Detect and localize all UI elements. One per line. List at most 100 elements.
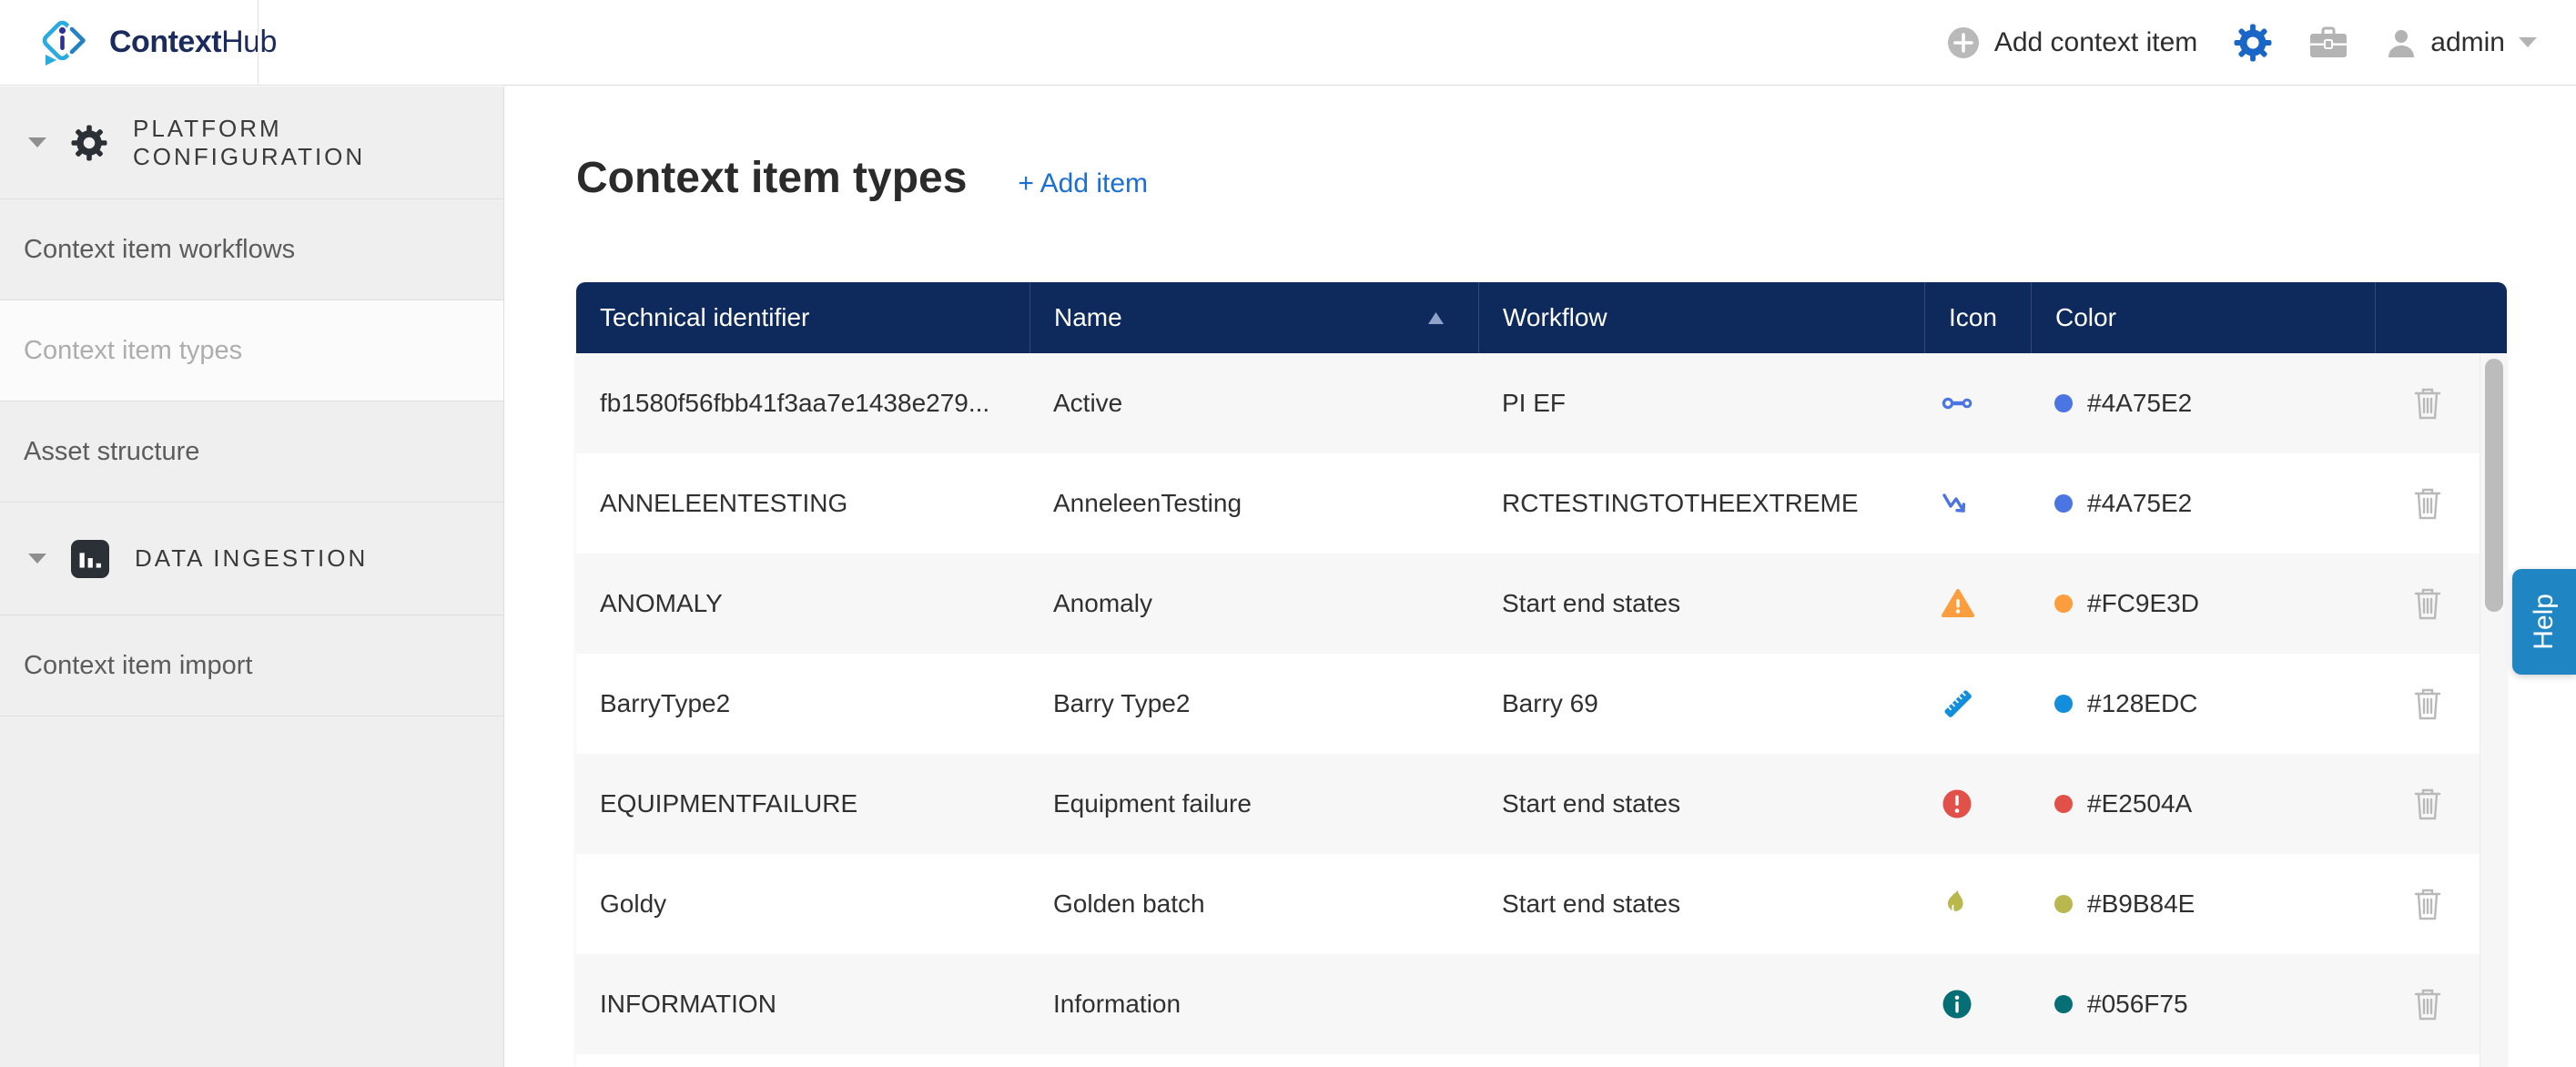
warning-triangle-icon — [1924, 587, 2031, 620]
cell-workflow: RCTESTINGTOTHEEXTREME — [1478, 489, 1924, 518]
scrollbar-thumb[interactable] — [2485, 359, 2503, 612]
bar-chart-icon — [71, 540, 109, 578]
color-hex: #4A75E2 — [2087, 489, 2192, 518]
context-item-types-table: Technical identifier Name Workflow Icon … — [576, 282, 2507, 1067]
cell-technical-identifier: ANOMALY — [576, 589, 1029, 618]
table-body: fb1580f56fbb41f3aa7e1438e279... Active P… — [576, 353, 2507, 1067]
cell-technical-identifier: BarryType2 — [576, 689, 1029, 718]
table-header: Technical identifier Name Workflow Icon … — [576, 282, 2507, 353]
delete-button[interactable] — [2412, 586, 2443, 621]
sidebar-item-context-item-types[interactable]: Context item types — [0, 300, 503, 401]
cell-technical-identifier: fb1580f56fbb41f3aa7e1438e279... — [576, 389, 1029, 418]
color-dot — [2054, 695, 2073, 713]
chevron-down-icon — [27, 553, 47, 565]
sidebar-item-context-item-workflows[interactable]: Context item workflows — [0, 199, 503, 300]
delete-button[interactable] — [2412, 787, 2443, 821]
cell-color: #B9B84E — [2031, 889, 2375, 919]
cell-color: #E2504A — [2031, 789, 2375, 818]
cell-workflow: Start end states — [1478, 889, 1924, 919]
cell-workflow: Barry 69 — [1478, 689, 1924, 718]
gear-icon — [71, 125, 107, 161]
color-dot — [2054, 494, 2073, 513]
delete-button[interactable] — [2412, 887, 2443, 921]
column-header-technical-identifier[interactable]: Technical identifier — [576, 282, 1029, 353]
cell-technical-identifier: Goldy — [576, 889, 1029, 919]
help-tab[interactable]: Help — [2512, 569, 2576, 675]
cell-name: Anomaly — [1029, 589, 1478, 618]
cell-color: #4A75E2 — [2031, 389, 2375, 418]
delete-button[interactable] — [2412, 486, 2443, 521]
sidebar-section-data-ingestion[interactable]: DATA INGESTION — [0, 503, 503, 615]
cell-color: #056F75 — [2031, 990, 2375, 1019]
table-row: ANOMALY Anomaly Start end states #FC9E3D — [576, 554, 2507, 654]
column-header-name[interactable]: Name — [1029, 282, 1478, 353]
color-hex: #056F75 — [2087, 990, 2188, 1019]
column-header-color[interactable]: Color — [2031, 282, 2375, 353]
user-name: admin — [2430, 27, 2505, 58]
cell-name: Barry Type2 — [1029, 689, 1478, 718]
table-row: Goldy Golden batch Start end states #B9B… — [576, 854, 2507, 954]
color-dot — [2054, 995, 2073, 1013]
column-header-icon[interactable]: Icon — [1924, 282, 2031, 353]
user-menu[interactable]: admin — [2385, 26, 2538, 59]
delete-button[interactable] — [2412, 386, 2443, 421]
color-hex: #4A75E2 — [2087, 389, 2192, 418]
cell-workflow: PI EF — [1478, 389, 1924, 418]
briefcase-icon — [2308, 25, 2348, 60]
toolbox-button[interactable] — [2308, 25, 2348, 60]
brand-logo[interactable]: ContextHub — [0, 0, 277, 85]
ruler-icon — [1924, 686, 2031, 721]
main-content: Context item types + Add item Technical … — [505, 86, 2576, 1067]
sidebar-item-asset-structure[interactable]: Asset structure — [0, 401, 503, 503]
cell-name: Golden batch — [1029, 889, 1478, 919]
delete-button[interactable] — [2412, 987, 2443, 1021]
delete-button[interactable] — [2412, 686, 2443, 721]
cell-technical-identifier: ANNELEENTESTING — [576, 489, 1029, 518]
cell-workflow: Start end states — [1478, 789, 1924, 818]
topbar-divider — [258, 0, 259, 86]
sidebar-item-context-item-import[interactable]: Context item import — [0, 615, 503, 716]
table-row: fb1580f56fbb41f3aa7e1438e279... Active P… — [576, 353, 2507, 453]
user-avatar-icon — [2385, 26, 2418, 59]
add-context-item-button[interactable]: Add context item — [1947, 26, 2197, 59]
cell-name: Information — [1029, 990, 1478, 1019]
column-header-actions — [2375, 282, 2507, 353]
table-row: INFORMATION Information #056F75 — [576, 954, 2507, 1054]
topbar: ContextHub Add context item — [0, 0, 2576, 86]
cell-color: #4A75E2 — [2031, 489, 2375, 518]
add-item-link[interactable]: + Add item — [1018, 168, 1148, 199]
column-header-workflow[interactable]: Workflow — [1478, 282, 1924, 353]
info-circle-icon — [1924, 988, 2031, 1021]
page-title: Context item types — [576, 153, 967, 203]
table-row: ANNELEENTESTING AnneleenTesting RCTESTIN… — [576, 453, 2507, 554]
cell-technical-identifier: INFORMATION — [576, 990, 1029, 1019]
color-dot — [2054, 394, 2073, 412]
table-row: BarryType2 Barry Type2 Barry 69 #128EDC — [576, 654, 2507, 754]
table-row: EQUIPMENTFAILURE Equipment failure Start… — [576, 754, 2507, 854]
color-hex: #128EDC — [2087, 689, 2197, 718]
page-head: Context item types + Add item — [576, 153, 2576, 203]
cell-workflow: Start end states — [1478, 589, 1924, 618]
contexthub-logo-icon — [35, 17, 91, 68]
cell-name: Equipment failure — [1029, 789, 1478, 818]
color-hex: #FC9E3D — [2087, 589, 2199, 618]
cell-technical-identifier: EQUIPMENTFAILURE — [576, 789, 1029, 818]
chevron-down-icon — [27, 137, 47, 149]
color-dot — [2054, 795, 2073, 813]
sidebar-section-platform-configuration[interactable]: PLATFORM CONFIGURATION — [0, 86, 503, 199]
caret-down-icon — [2518, 36, 2538, 48]
error-circle-icon — [1924, 788, 2031, 820]
gear-icon — [2234, 24, 2272, 62]
color-hex: #B9B84E — [2087, 889, 2195, 919]
trend-down-icon — [1924, 487, 2031, 520]
plus-circle-icon — [1947, 26, 1980, 59]
cell-color: #FC9E3D — [2031, 589, 2375, 618]
flame-icon — [1924, 888, 2031, 920]
sidebar: PLATFORM CONFIGURATION Context item work… — [0, 86, 504, 1067]
color-dot — [2054, 895, 2073, 913]
key-icon — [1924, 387, 2031, 420]
table-scrollbar[interactable] — [2480, 353, 2507, 1067]
cell-name: Active — [1029, 389, 1478, 418]
topbar-actions: Add context item — [1947, 24, 2576, 62]
settings-button[interactable] — [2234, 24, 2272, 62]
